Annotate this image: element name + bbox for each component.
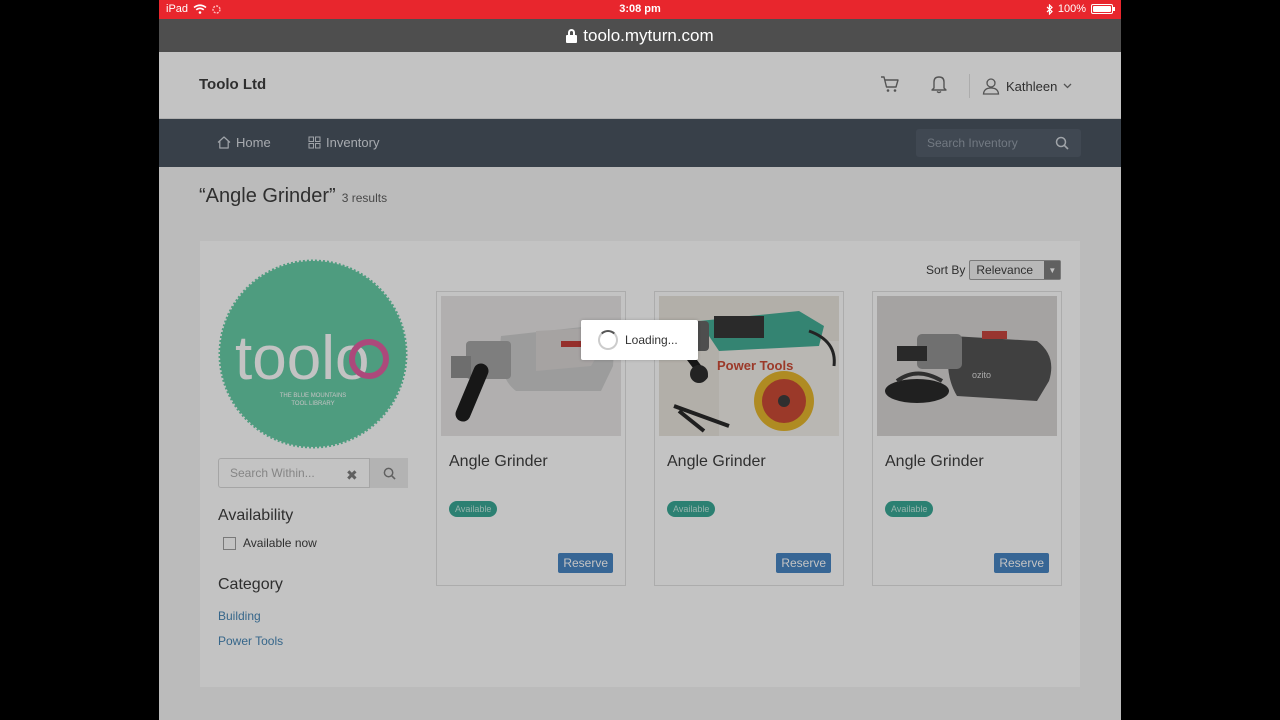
loading-indicator: Loading...	[581, 320, 698, 360]
spinner-icon	[598, 330, 618, 350]
battery-percent: 100%	[1057, 3, 1086, 15]
ipad-screen: iPad 3:08 pm 100% toolo.myturn.com Toolo…	[159, 0, 1121, 720]
loading-overlay	[159, 52, 1121, 720]
bluetooth-icon	[1046, 3, 1053, 15]
address-bar[interactable]: toolo.myturn.com	[159, 19, 1121, 52]
battery-icon	[1091, 4, 1115, 14]
url-text: toolo.myturn.com	[583, 25, 714, 45]
clock: 3:08 pm	[619, 3, 661, 15]
ios-status-bar: iPad 3:08 pm 100%	[159, 0, 1121, 19]
lock-icon	[566, 28, 578, 43]
loading-text: Loading...	[625, 333, 678, 347]
